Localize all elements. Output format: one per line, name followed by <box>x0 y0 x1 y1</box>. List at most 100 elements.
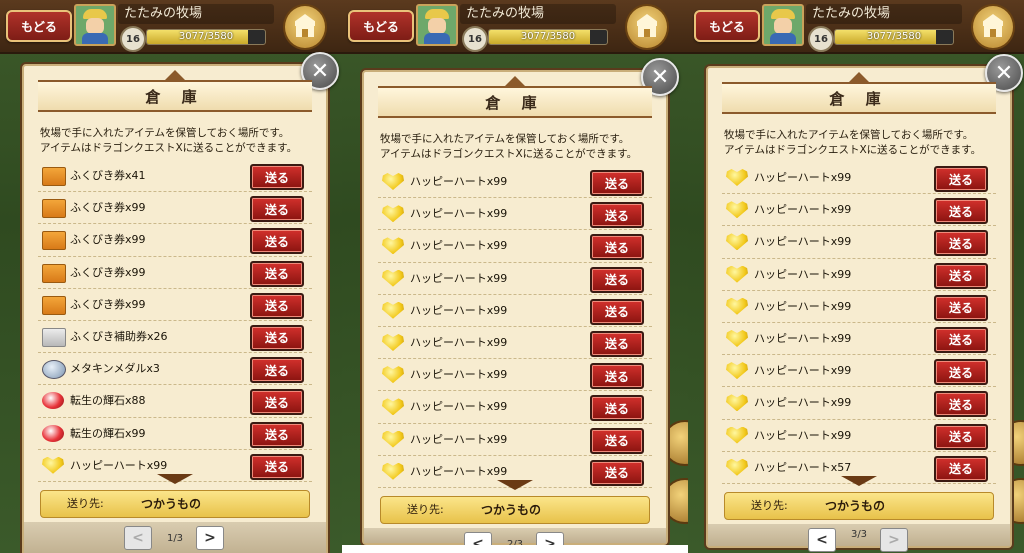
modal-title: 倉 庫 <box>829 89 889 108</box>
ticket-silver-icon <box>42 327 66 347</box>
send-button[interactable]: 送る <box>934 455 988 482</box>
item-row: ハッピーハートx99 送る <box>378 263 652 295</box>
send-button[interactable]: 送る <box>250 292 304 319</box>
next-page-button[interactable]: > <box>536 532 564 545</box>
send-button[interactable]: 送る <box>934 326 988 353</box>
prev-page-button[interactable]: < <box>464 532 492 545</box>
barn-icon[interactable] <box>625 4 669 50</box>
send-button[interactable]: 送る <box>934 262 988 289</box>
item-name: ハッピーハートx99 <box>754 203 852 217</box>
destination-label: 送り先: <box>751 499 788 512</box>
send-button[interactable]: 送る <box>250 389 304 416</box>
send-button[interactable]: 送る <box>934 198 988 225</box>
send-button[interactable]: 送る <box>590 427 644 454</box>
back-button[interactable]: もどる <box>694 10 760 42</box>
item-name: ふくびき補助券x26 <box>70 329 168 343</box>
send-button[interactable]: 送る <box>590 298 644 325</box>
send-button[interactable]: 送る <box>590 170 644 196</box>
destination-selector[interactable]: 送り先: つかうもの <box>380 496 650 524</box>
barn-icon[interactable] <box>971 4 1015 50</box>
heart-icon <box>726 329 748 347</box>
avatar[interactable] <box>416 4 458 46</box>
exp-bar: 3077/3580 <box>488 29 608 45</box>
back-button[interactable]: もどる <box>348 10 414 42</box>
heart-icon <box>382 237 404 255</box>
barn-icon[interactable] <box>283 4 327 50</box>
page-indicator: 2/3 <box>506 539 524 545</box>
modal-description: 牧場で手に入れたアイテムを保管しておく場所です。 アイテムはドラゴンクエストXに送… <box>724 129 982 156</box>
back-button[interactable]: もどる <box>6 10 72 42</box>
send-button[interactable]: 送る <box>250 324 304 351</box>
item-row: ハッピーハートx99 送る <box>722 387 996 420</box>
send-button[interactable]: 送る <box>250 260 304 287</box>
item-name: ハッピーハートx99 <box>410 303 508 317</box>
send-button[interactable]: 送る <box>590 459 644 486</box>
heart-icon <box>726 297 748 315</box>
item-row: ハッピーハートx99 送る <box>722 194 996 227</box>
farm-name: たたみの牧場 <box>460 4 616 24</box>
item-name: ハッピーハートx99 <box>754 396 852 410</box>
send-button[interactable]: 送る <box>934 166 988 192</box>
red-stone-icon <box>42 392 64 410</box>
top-bar: もどる たたみの牧場 16 3077/3580 <box>0 0 342 54</box>
item-list: ふくびき券x41 送る ふくびき券x99 送る ふくびき券x99 送る ふくびき券x99 送る… <box>38 160 312 482</box>
modal-title: 倉 庫 <box>145 87 205 106</box>
send-button[interactable]: 送る <box>250 357 304 384</box>
send-button[interactable]: 送る <box>934 423 988 450</box>
send-button[interactable]: 送る <box>590 363 644 390</box>
send-button[interactable]: 送る <box>934 294 988 321</box>
prev-page-button[interactable]: < <box>808 528 836 552</box>
top-bar: もどる たたみの牧場 16 3077/3580 <box>342 0 688 54</box>
send-button[interactable]: 送る <box>934 359 988 386</box>
item-name: ハッピーハートx99 <box>754 299 852 313</box>
item-row: ハッピーハートx99 送る <box>378 295 652 327</box>
send-button[interactable]: 送る <box>590 330 644 357</box>
send-button[interactable]: 送る <box>250 164 304 190</box>
item-row: ハッピーハートx99 送る <box>378 391 652 424</box>
item-row: ハッピーハートx99 送る <box>378 424 652 456</box>
item-name: ハッピーハートx99 <box>410 368 508 382</box>
send-button[interactable]: 送る <box>590 266 644 293</box>
screenshot-panel-1: もどる たたみの牧場 16 3077/3580 ✕ 倉 庫 牧場で手に入れたアイ… <box>0 0 342 553</box>
heart-icon <box>382 462 404 480</box>
send-button[interactable]: 送る <box>590 202 644 229</box>
heart-icon <box>726 362 748 380</box>
destination-selector[interactable]: 送り先: つかうもの <box>724 492 994 520</box>
next-page-button[interactable]: > <box>880 528 908 552</box>
exp-bar: 3077/3580 <box>834 29 954 45</box>
exp-text: 3077/3580 <box>178 31 234 42</box>
next-page-button[interactable]: > <box>196 526 224 550</box>
item-name: ハッピーハートx99 <box>754 428 852 442</box>
red-stone-icon <box>42 424 64 442</box>
item-name: ハッピーハートx99 <box>754 267 852 281</box>
item-name: ふくびき券x99 <box>70 297 146 311</box>
avatar[interactable] <box>74 4 116 46</box>
send-button[interactable]: 送る <box>590 395 644 422</box>
storage-modal: ✕ 倉 庫 牧場で手に入れたアイテムを保管しておく場所です。 アイテムはドラゴンク… <box>22 52 339 553</box>
avatar[interactable] <box>762 4 804 46</box>
send-button[interactable]: 送る <box>250 196 304 223</box>
item-name: ふくびき券x99 <box>70 201 146 215</box>
item-name: ハッピーハートx99 <box>754 331 852 345</box>
page-indicator: 1/3 <box>166 533 184 544</box>
send-button[interactable]: 送る <box>250 421 304 448</box>
item-list: ハッピーハートx99 送る ハッピーハートx99 送る ハッピーハートx99 送る ハッピー… <box>378 166 652 488</box>
item-name: ハッピーハートx99 <box>410 464 508 478</box>
item-row: メタキンメダルx3 送る <box>38 353 312 386</box>
send-button[interactable]: 送る <box>934 230 988 257</box>
destination-selector[interactable]: 送り先: つかうもの <box>40 490 310 518</box>
item-name: ハッピーハートx99 <box>410 239 508 253</box>
level-badge: 16 <box>462 26 488 52</box>
send-button[interactable]: 送る <box>250 228 304 255</box>
page-indicator: 3/3 <box>850 529 868 540</box>
prev-page-button[interactable]: < <box>124 526 152 550</box>
heart-icon <box>382 269 404 287</box>
pagination: < 1/3 > <box>24 522 326 553</box>
send-button[interactable]: 送る <box>590 234 644 261</box>
level-badge: 16 <box>808 26 834 52</box>
send-button[interactable]: 送る <box>250 453 304 480</box>
send-button[interactable]: 送る <box>934 391 988 418</box>
item-row: 転生の輝石x99 送る <box>38 418 312 450</box>
heart-icon <box>726 426 748 444</box>
item-row: ハッピーハートx99 送る <box>722 259 996 291</box>
